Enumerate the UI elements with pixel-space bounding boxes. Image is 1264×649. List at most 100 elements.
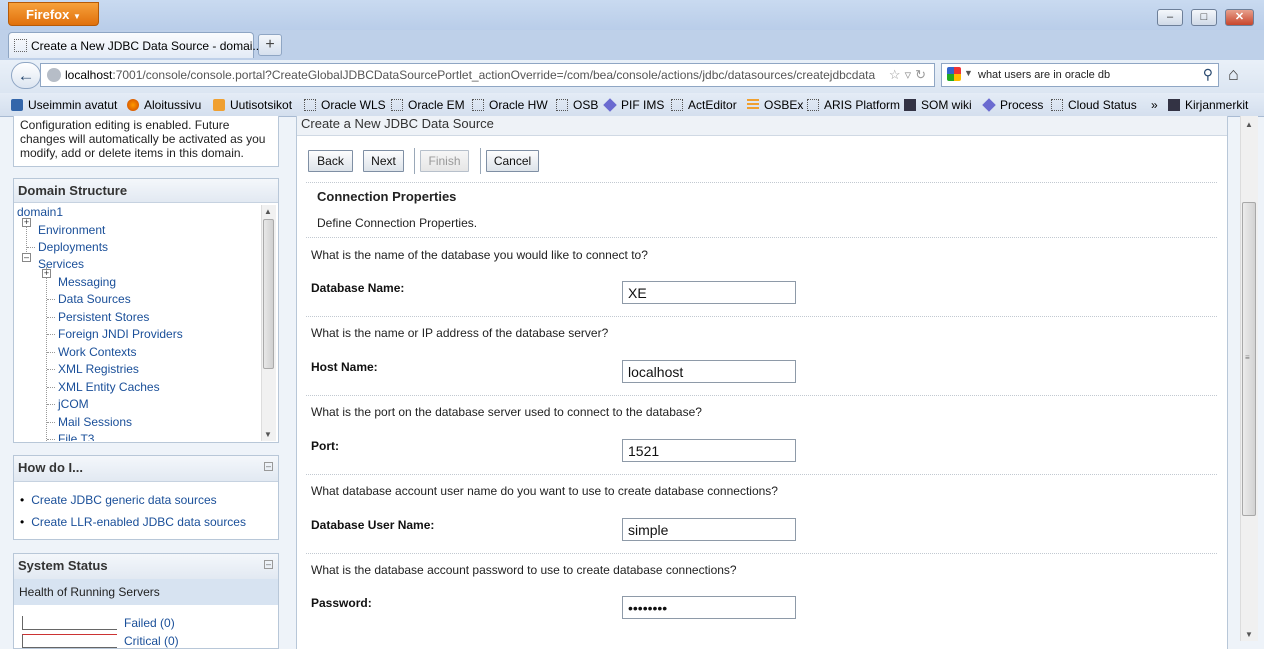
next-button[interactable]: Next xyxy=(363,150,404,172)
bookmark-uutisotsikot[interactable]: Uutisotsikot xyxy=(213,98,292,112)
wiki-icon xyxy=(904,99,916,111)
database-name-field[interactable] xyxy=(622,281,796,304)
button-separator xyxy=(480,148,481,174)
bookmark-aris[interactable]: ARIS Platform xyxy=(807,98,900,112)
user-name-label: Database User Name: xyxy=(311,518,435,532)
expand-plus-icon[interactable]: + xyxy=(22,218,31,227)
address-bar[interactable]: localhost:7001/console/console.portal?Cr… xyxy=(40,63,935,87)
google-icon[interactable] xyxy=(947,67,961,81)
host-name-label: Host Name: xyxy=(311,360,378,374)
database-name-question: What is the name of the database you wou… xyxy=(311,248,648,262)
stack-icon xyxy=(747,99,759,111)
scroll-up-icon[interactable]: ▲ xyxy=(1245,120,1253,129)
scroll-up-icon[interactable]: ▲ xyxy=(264,207,272,216)
back-arrow-icon[interactable]: ← xyxy=(11,62,41,89)
tree-node-deployments[interactable]: Deployments xyxy=(38,240,108,254)
section-title: Connection Properties xyxy=(317,189,457,204)
search-input[interactable]: ▼ what users are in oracle db ⚲ xyxy=(941,63,1219,87)
tree-dash xyxy=(47,387,55,388)
bookmark-useimmin[interactable]: Useimmin avatut xyxy=(11,98,117,112)
minimize-icon[interactable]: – xyxy=(1157,9,1183,26)
chevron-down-icon[interactable]: ▼ xyxy=(964,68,973,78)
tree-line xyxy=(46,267,47,441)
scroll-down-icon[interactable]: ▼ xyxy=(1245,630,1253,639)
tree-node-foreign-jndi[interactable]: Foreign JNDI Providers xyxy=(58,327,183,341)
search-icon[interactable]: ⚲ xyxy=(1203,66,1213,83)
change-center-text: Configuration editing is enabled. Future… xyxy=(20,118,266,160)
tree-node-data-sources[interactable]: Data Sources xyxy=(58,292,131,306)
site-identity-icon[interactable] xyxy=(47,68,61,82)
tree-node-xml-registries[interactable]: XML Registries xyxy=(58,362,139,376)
bookmarks-overflow-button[interactable]: » xyxy=(1151,98,1158,112)
divider xyxy=(306,395,1217,396)
bookmark-aloitussivu[interactable]: Aloitussivu xyxy=(127,98,201,112)
bookmark-process[interactable]: Process xyxy=(982,98,1043,112)
port-field[interactable] xyxy=(622,439,796,462)
back-button[interactable]: Back xyxy=(308,150,353,172)
firefox-menu-label: Firefox xyxy=(26,7,70,22)
failed-bar xyxy=(22,616,117,630)
bookmark-som-wiki[interactable]: SOM wiki xyxy=(904,98,972,112)
bookmark-oracle-em[interactable]: Oracle EM xyxy=(391,98,465,112)
bookmark-osbex[interactable]: OSBEx xyxy=(747,98,803,112)
user-name-question: What database account user name do you w… xyxy=(311,484,778,498)
link-create-llr-ds[interactable]: Create LLR-enabled JDBC data sources xyxy=(20,515,246,529)
page-icon xyxy=(1051,99,1063,111)
tree-dash xyxy=(27,247,35,248)
collapse-panel-icon[interactable]: – xyxy=(264,462,273,471)
collapse-panel-icon[interactable]: – xyxy=(264,560,273,569)
tree-dash xyxy=(47,334,55,335)
critical-bar xyxy=(22,634,117,648)
bookmarks-menu-button[interactable]: Kirjanmerkit xyxy=(1168,98,1248,112)
password-question: What is the database account password to… xyxy=(311,563,737,577)
link-create-generic-ds[interactable]: Create JDBC generic data sources xyxy=(20,493,216,507)
divider xyxy=(306,182,1217,183)
domain-structure-panel: Domain Structure domain1 + Environment D… xyxy=(13,178,279,443)
tree-node-persistent-stores[interactable]: Persistent Stores xyxy=(58,310,149,324)
home-icon[interactable]: ⌂ xyxy=(1228,64,1239,85)
tree-scrollbar[interactable]: ▲ ▼ xyxy=(261,205,276,441)
how-do-i-panel: How do I... – Create JDBC generic data s… xyxy=(13,455,279,540)
tree-node-file-t3[interactable]: File T3 xyxy=(58,432,94,441)
tree-node-environment[interactable]: Environment xyxy=(38,223,105,237)
page-scrollbar[interactable]: ▲ ≡ ▼ xyxy=(1240,116,1258,641)
bookmark-osb[interactable]: OSB xyxy=(556,98,598,112)
diamond-icon xyxy=(603,98,617,112)
maximize-icon[interactable]: □ xyxy=(1191,9,1217,26)
finish-button[interactable]: Finish xyxy=(420,150,469,172)
bookmark-pif-ims[interactable]: PIF IMS xyxy=(603,98,664,112)
tree-node-messaging[interactable]: Messaging xyxy=(58,275,116,289)
tree-node-xml-entity-caches[interactable]: XML Entity Caches xyxy=(58,380,160,394)
bookmark-cloud-status[interactable]: Cloud Status xyxy=(1051,98,1137,112)
divider xyxy=(306,553,1217,554)
tree-dash xyxy=(47,299,55,300)
section-description: Define Connection Properties. xyxy=(317,216,478,230)
tree-node-work-contexts[interactable]: Work Contexts xyxy=(58,345,136,359)
close-icon[interactable]: ✕ xyxy=(1225,9,1254,26)
tree-dash xyxy=(47,317,55,318)
password-field[interactable] xyxy=(622,596,796,619)
bookmark-oracle-hw[interactable]: Oracle HW xyxy=(472,98,548,112)
tree-scroll-thumb[interactable] xyxy=(263,219,274,369)
bookmark-oracle-wls[interactable]: Oracle WLS xyxy=(304,98,386,112)
page-icon xyxy=(556,99,568,111)
window-titlebar xyxy=(0,0,1264,30)
scroll-down-icon[interactable]: ▼ xyxy=(264,430,272,439)
new-tab-button[interactable]: + xyxy=(258,34,282,56)
tab-active[interactable]: Create a New JDBC Data Source - domai... xyxy=(8,32,262,58)
bookmark-star-icon[interactable]: ☆▿↻ xyxy=(889,67,930,83)
firefox-icon xyxy=(127,99,139,111)
host-name-field[interactable] xyxy=(622,360,796,383)
tree-node-mail-sessions[interactable]: Mail Sessions xyxy=(58,415,132,429)
domain-structure-title: Domain Structure xyxy=(14,179,278,203)
expand-plus-icon[interactable]: + xyxy=(42,269,51,278)
status-critical[interactable]: Critical (0) xyxy=(124,634,179,648)
tab-title: Create a New JDBC Data Source - domai... xyxy=(31,39,263,53)
status-failed[interactable]: Failed (0) xyxy=(124,616,175,630)
bookmark-acteditor[interactable]: ActEditor xyxy=(671,98,737,112)
firefox-menu-button[interactable]: Firefox ▼ xyxy=(8,2,99,26)
tree-node-jcom[interactable]: jCOM xyxy=(58,397,89,411)
cancel-button[interactable]: Cancel xyxy=(486,150,539,172)
collapse-minus-icon[interactable]: – xyxy=(22,253,31,262)
user-name-field[interactable] xyxy=(622,518,796,541)
